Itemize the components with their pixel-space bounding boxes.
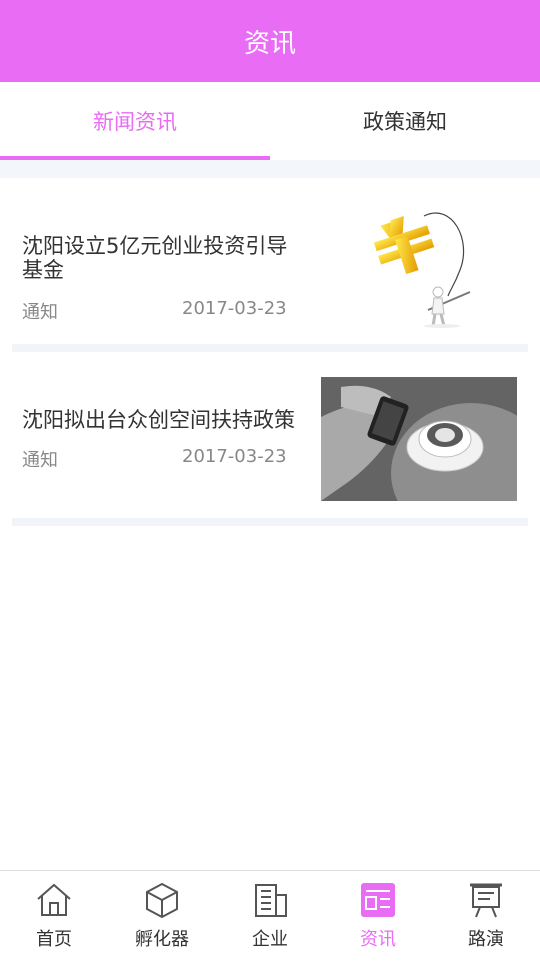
- tabbar-label: 企业: [252, 929, 288, 950]
- section-gap: [0, 160, 540, 178]
- cube-icon: [146, 882, 178, 919]
- article-item[interactable]: 沈阳设立5亿元创业投资引导基金 通知 2017-03-23: [0, 178, 540, 344]
- bottom-tab-bar: 首页 孵化器 企业 资讯 路演: [0, 870, 540, 961]
- tabbar-item-home[interactable]: 首页: [0, 871, 108, 961]
- article-meta: 通知 2017-03-23: [22, 298, 302, 324]
- yuan-fishing-icon: [362, 200, 488, 328]
- article-source: 通知: [22, 450, 58, 471]
- tabbar-label: 首页: [36, 929, 72, 950]
- article-date: 2017-03-23: [182, 446, 287, 467]
- article-source: 通知: [22, 302, 58, 323]
- article-meta: 通知 2017-03-23: [22, 446, 302, 472]
- coffee-phone-icon: [321, 377, 540, 543]
- article-title: 沈阳设立5亿元创业投资引导基金: [22, 234, 288, 282]
- presentation-icon: [470, 883, 502, 918]
- tabbar-item-news[interactable]: 资讯: [324, 871, 432, 961]
- tab-news[interactable]: 新闻资讯: [0, 82, 270, 160]
- home-icon: [37, 883, 71, 916]
- article-title: 沈阳拟出台众创空间扶持政策: [22, 408, 295, 432]
- article-date: 2017-03-23: [182, 298, 287, 319]
- tabbar-label: 孵化器: [135, 929, 189, 950]
- tabbar-label: 资讯: [360, 929, 396, 950]
- page-title: 资讯: [243, 28, 296, 59]
- tab-policy-label: 政策通知: [363, 110, 447, 134]
- tab-news-label: 新闻资讯: [93, 110, 177, 134]
- tabbar-label: 路演: [468, 929, 504, 950]
- app-header: 资讯: [0, 0, 540, 82]
- tabbar-item-roadshow[interactable]: 路演: [432, 871, 540, 961]
- list-divider: [12, 518, 528, 526]
- tab-policy[interactable]: 政策通知: [270, 82, 540, 160]
- tabbar-item-incubator[interactable]: 孵化器: [108, 871, 216, 961]
- building-icon: [255, 884, 287, 917]
- tab-bar-top: 新闻资讯 政策通知: [0, 82, 540, 160]
- news-icon: [361, 883, 395, 917]
- tabbar-item-enterprise[interactable]: 企业: [216, 871, 324, 961]
- article-item[interactable]: 沈阳拟出台众创空间扶持政策 通知 2017-03-23: [0, 352, 540, 543]
- list-divider: [12, 344, 528, 352]
